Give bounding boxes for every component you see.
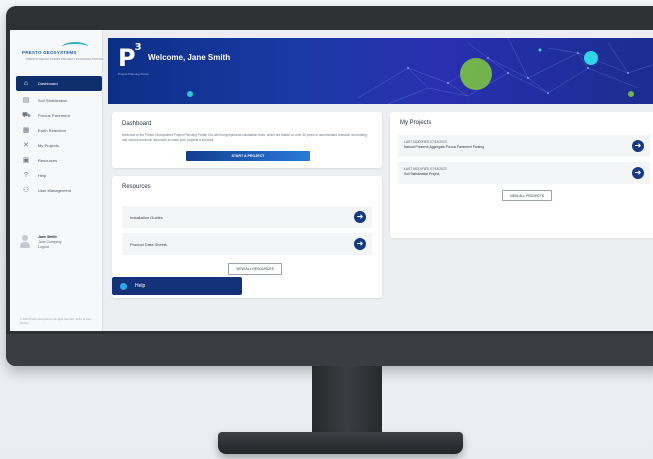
help-dot-icon bbox=[120, 282, 127, 290]
monitor-stand-neck bbox=[312, 366, 382, 436]
user-info: Jane Smith Jane Company Logout bbox=[38, 235, 62, 250]
view-all-resources-button[interactable]: VIEW ALL RESOURCES bbox=[228, 263, 282, 275]
resource-row-installation-guides[interactable]: Installation Guides ➜ bbox=[122, 206, 372, 228]
sidebar-item-dashboard[interactable]: ⌂ Dashboard bbox=[16, 76, 102, 91]
home-icon: ⌂ bbox=[23, 79, 29, 87]
sidebar-item-soil-stabilization[interactable]: ▤ Soil Stabilization bbox=[10, 93, 102, 108]
sidebar-item-label: Resources bbox=[38, 158, 58, 163]
arrow-right-icon[interactable]: ➜ bbox=[632, 167, 644, 179]
p3-logo-subtitle: Project Planning Portal bbox=[118, 72, 149, 76]
hero-banner: P3 Project Planning Portal Welcome, Jane… bbox=[108, 38, 653, 104]
projects-icon: ✕ bbox=[23, 141, 29, 149]
sidebar-item-resources[interactable]: ▣ Resources bbox=[10, 153, 102, 168]
logo-subtitle: PRESTO GEOSYSTEMS PROJECT PLANNING PORTA… bbox=[26, 57, 104, 61]
brand-logo[interactable]: PRESTO GEOSYSTEMS PRESTO GEOSYSTEMS PROJ… bbox=[22, 40, 104, 66]
sidebar-item-help[interactable]: ? Help bbox=[10, 168, 102, 183]
logout-link[interactable]: Logout bbox=[38, 245, 62, 250]
view-all-projects-button[interactable]: VIEW ALL PROJECTS bbox=[502, 190, 552, 201]
my-projects-card: My Projects LAST MODIFIED 07/13/2023 Nat… bbox=[390, 112, 653, 238]
arrow-right-icon[interactable]: ➜ bbox=[354, 238, 366, 250]
green-orb bbox=[460, 58, 492, 90]
sidebar-item-user-management[interactable]: ⚇ User Management bbox=[10, 183, 102, 198]
car-icon: ⛟ bbox=[22, 111, 31, 119]
monitor-stand-base bbox=[218, 432, 463, 454]
resource-label: Installation Guides bbox=[130, 214, 163, 220]
sidebar-item-label: User Management bbox=[38, 188, 71, 193]
cyan-orb bbox=[584, 51, 598, 65]
sidebar-item-label: Earth Retention bbox=[38, 128, 66, 133]
screen: PRESTO GEOSYSTEMS PRESTO GEOSYSTEMS PROJ… bbox=[10, 30, 653, 331]
arrow-right-icon[interactable]: ➜ bbox=[354, 211, 366, 223]
resource-label: Product Data Sheets bbox=[130, 241, 167, 247]
dashboard-title: Dashboard bbox=[122, 121, 152, 127]
sidebar-item-my-projects[interactable]: ✕ My Projects bbox=[10, 138, 102, 153]
sidebar-item-label: Help bbox=[38, 173, 47, 178]
start-project-button[interactable]: START A PROJECT bbox=[186, 151, 310, 161]
logo-text: PRESTO GEOSYSTEMS bbox=[22, 50, 77, 55]
wall-icon: ▦ bbox=[22, 126, 30, 134]
resources-title: Resources bbox=[122, 184, 151, 190]
monitor-chin bbox=[6, 334, 653, 366]
sidebar-item-earth-retention[interactable]: ▦ Earth Retention bbox=[10, 123, 102, 138]
book-icon: ▣ bbox=[22, 156, 30, 164]
avatar bbox=[20, 235, 30, 249]
project-row[interactable]: LAST MODIFIED 07/13/2023 Soil Stabilizat… bbox=[398, 162, 650, 184]
p3-logo: P3 bbox=[118, 42, 142, 72]
project-row[interactable]: LAST MODIFIED 07/13/2023 Natural Preserv… bbox=[398, 135, 650, 157]
sidebar-item-label: Soil Stabilization bbox=[38, 98, 68, 103]
dashboard-description: Welcome to the Presto Geosystems Project… bbox=[122, 133, 368, 142]
help-label: Help bbox=[135, 283, 146, 289]
sidebar-item-label: My Projects bbox=[38, 143, 59, 148]
my-projects-title: My Projects bbox=[400, 120, 432, 126]
project-name: Natural Preserve Aggregate Porous Paveme… bbox=[404, 144, 484, 149]
users-icon: ⚇ bbox=[22, 186, 30, 194]
help-button[interactable]: Help bbox=[112, 277, 242, 295]
arrow-right-icon[interactable]: ➜ bbox=[632, 140, 644, 152]
network-graphic bbox=[187, 38, 653, 104]
sidebar-nav: ⌂ Dashboard ▤ Soil Stabilization ⛟ Porou… bbox=[10, 76, 102, 198]
sidebar-item-label: Dashboard bbox=[38, 81, 58, 86]
welcome-heading: Welcome, Jane Smith bbox=[148, 53, 231, 62]
dashboard-card: Dashboard Welcome to the Presto Geosyste… bbox=[112, 112, 382, 168]
sidebar-item-label: Porous Pavement bbox=[38, 113, 70, 118]
layers-icon: ▤ bbox=[22, 96, 30, 104]
sidebar: PRESTO GEOSYSTEMS PRESTO GEOSYSTEMS PROJ… bbox=[10, 30, 104, 331]
resource-row-product-data-sheets[interactable]: Product Data Sheets ➜ bbox=[122, 233, 372, 255]
copyright: © 2024 Presto Geosystems. All rights res… bbox=[20, 318, 92, 325]
project-name: Soil Stabilization Project bbox=[404, 171, 440, 176]
user-profile[interactable]: Jane Smith Jane Company Logout bbox=[20, 235, 62, 250]
sidebar-item-porous-pavement[interactable]: ⛟ Porous Pavement bbox=[10, 108, 102, 123]
question-icon: ? bbox=[24, 171, 28, 179]
